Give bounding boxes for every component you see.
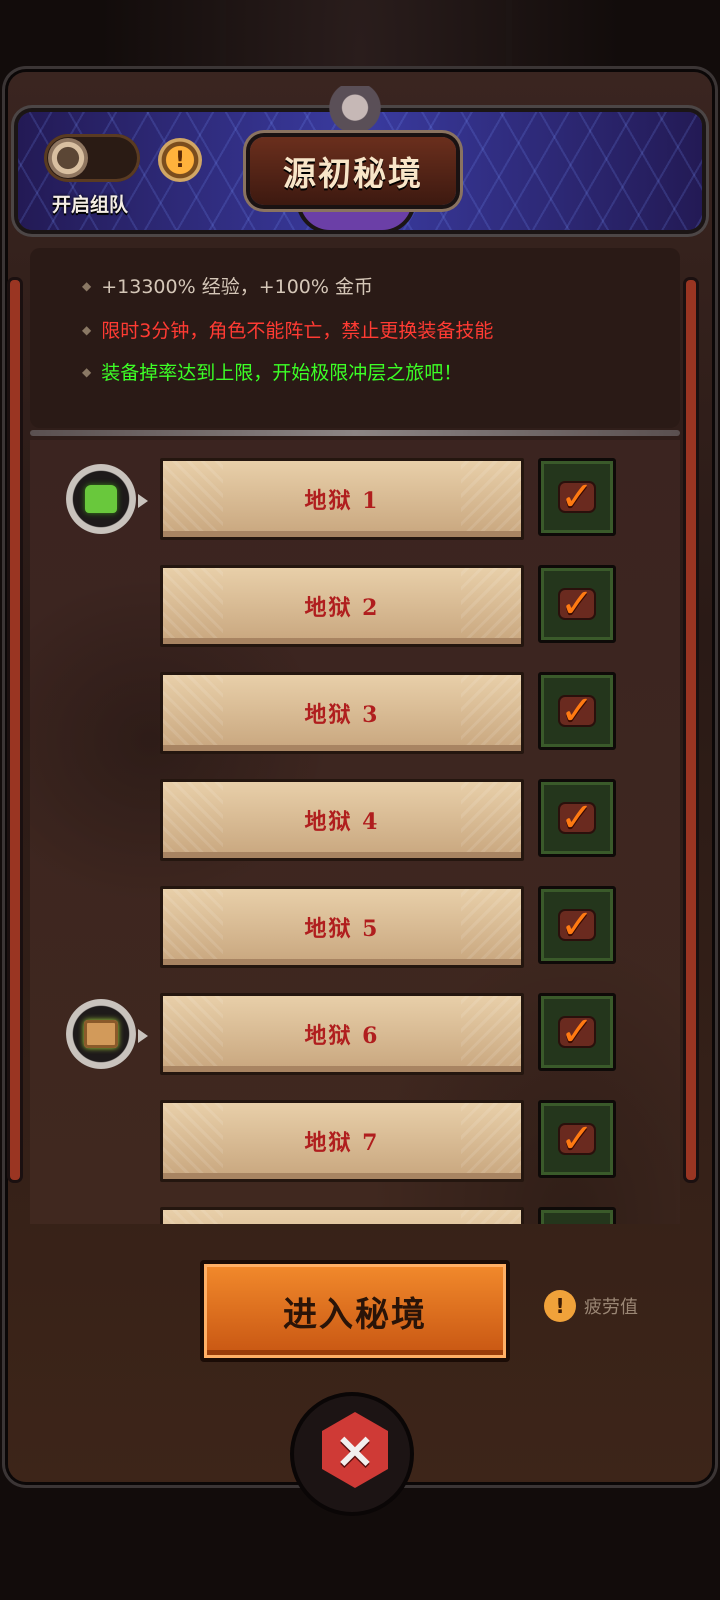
- checkmark-icon: ✓: [560, 795, 594, 841]
- floor-button[interactable]: 地狱 2: [160, 565, 524, 647]
- left-rail: [10, 280, 20, 1180]
- diamond-bullet-icon: ◆: [82, 364, 92, 379]
- scroll-reward-icon[interactable]: [66, 999, 148, 1069]
- toggle-knob[interactable]: [48, 138, 88, 178]
- checkmark-icon: ✓: [560, 902, 594, 948]
- fatigue-label: 疲劳值: [584, 1297, 638, 1318]
- floor-button[interactable]: 地狱 5: [160, 886, 524, 968]
- close-icon: ×: [334, 1421, 376, 1479]
- fatigue-info[interactable]: ! 疲劳值: [544, 1290, 638, 1322]
- diamond-bullet-icon: ◆: [82, 322, 92, 337]
- floor-label: 地狱 4: [304, 809, 380, 835]
- shirt-reward-icon[interactable]: [66, 464, 148, 534]
- floor-label: 地狱 6: [304, 1023, 380, 1049]
- skull-icon: [328, 86, 382, 140]
- floor-list[interactable]: 地狱 1 ✓ 地狱 2 ✓ 地狱 3 ✓ 地狱 4 ✓ 地狱 5 ✓ 地狱 6 …: [30, 440, 680, 1224]
- cleared-checkbox: ✓: [538, 779, 616, 857]
- rule-text: 装备掉率达到上限，开始极限冲层之旅吧！: [101, 362, 463, 384]
- floor-row: 地狱 7 ✓: [30, 1100, 680, 1182]
- floor-label: 地狱 3: [304, 702, 380, 728]
- cleared-checkbox: ✓: [538, 1100, 616, 1178]
- floor-label: 地狱 1: [304, 488, 380, 514]
- cleared-checkbox: ✓: [538, 993, 616, 1071]
- floor-row-partial: [30, 1207, 680, 1224]
- rule-exp-bonus: ◆ +13300% 经验，+100% 金币: [82, 272, 373, 299]
- team-toggle[interactable]: [44, 134, 140, 182]
- floor-row: 地狱 3 ✓: [30, 672, 680, 754]
- floor-button[interactable]: 地狱 7: [160, 1100, 524, 1182]
- divider: [30, 430, 680, 436]
- info-icon[interactable]: !: [158, 138, 202, 182]
- floor-row: 地狱 1 ✓: [30, 458, 680, 540]
- rule-text: +13300% 经验，+100% 金币: [101, 276, 373, 298]
- checkmark-icon: ✓: [560, 688, 594, 734]
- floor-label: 地狱 5: [304, 916, 380, 942]
- floor-row: 地狱 2 ✓: [30, 565, 680, 647]
- page-title: 源初秘境: [283, 154, 423, 193]
- cleared-checkbox: ✓: [538, 672, 616, 750]
- scroll-icon: [84, 1020, 118, 1048]
- checkmark-icon: ✓: [560, 1009, 594, 1055]
- warning-icon[interactable]: !: [544, 1290, 576, 1322]
- floor-button[interactable]: 地狱 6: [160, 993, 524, 1075]
- checkmark-icon: ✓: [560, 474, 594, 520]
- floor-row: 地狱 5 ✓: [30, 886, 680, 968]
- floor-label: 地狱 2: [304, 595, 380, 621]
- checkmark-icon: ✓: [560, 1116, 594, 1162]
- enter-dungeon-button[interactable]: 进入秘境: [200, 1260, 510, 1362]
- cleared-checkbox: ✓: [538, 458, 616, 536]
- shirt-icon: [85, 485, 117, 513]
- rule-text: 限时3分钟，角色不能阵亡，禁止更换装备技能: [101, 320, 494, 342]
- floor-row: 地狱 6 ✓: [30, 993, 680, 1075]
- diamond-bullet-icon: ◆: [82, 278, 92, 293]
- floor-button[interactable]: 地狱 3: [160, 672, 524, 754]
- floor-row: 地狱 4 ✓: [30, 779, 680, 861]
- floor-button[interactable]: 地狱 4: [160, 779, 524, 861]
- cleared-checkbox: ✓: [538, 886, 616, 964]
- checkmark-icon: ✓: [560, 581, 594, 627]
- title-plate: 源初秘境: [250, 137, 456, 205]
- enter-dungeon-label: 进入秘境: [283, 1294, 427, 1335]
- floor-button[interactable]: [160, 1207, 524, 1224]
- rule-time-limit: ◆ 限时3分钟，角色不能阵亡，禁止更换装备技能: [82, 316, 493, 343]
- floor-label: 地狱 7: [304, 1130, 380, 1156]
- team-toggle-label: 开启组队: [52, 194, 129, 216]
- cleared-checkbox: ✓: [538, 565, 616, 643]
- rule-drop-rate: ◆ 装备掉率达到上限，开始极限冲层之旅吧！: [82, 358, 462, 385]
- floor-button[interactable]: 地狱 1: [160, 458, 524, 540]
- cleared-checkbox: [538, 1207, 616, 1224]
- right-rail: [686, 280, 696, 1180]
